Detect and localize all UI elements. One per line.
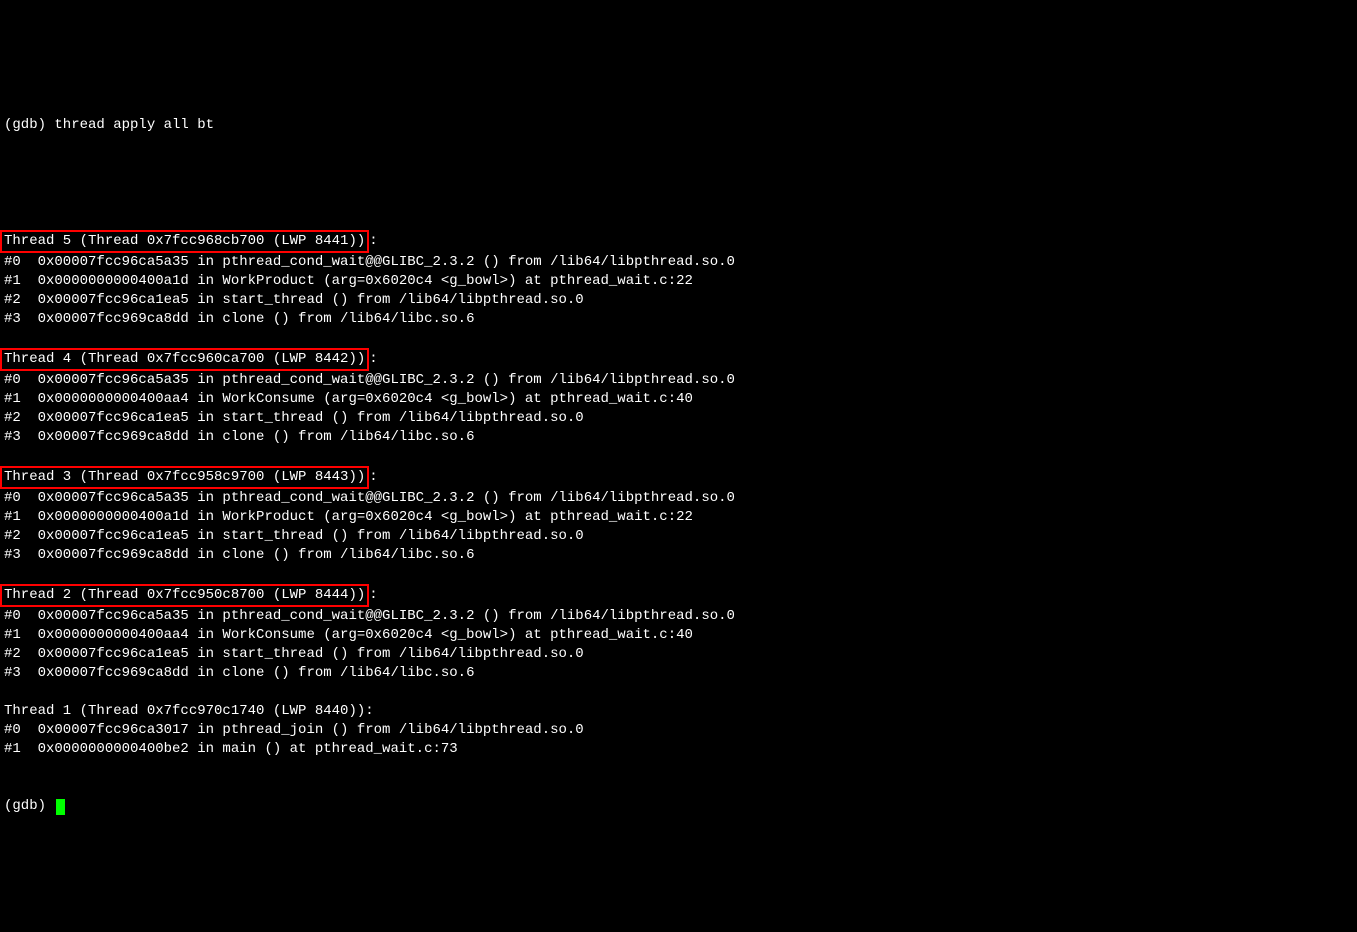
thread-header: Thread 1 (Thread 0x7fcc970c1740 (LWP 844… <box>4 702 1353 721</box>
blank-line <box>4 329 1353 348</box>
terminal-output[interactable]: (gdb) thread apply all bt Thread 5 (Thre… <box>0 76 1357 837</box>
stack-frame: #0 0x00007fcc96ca5a35 in pthread_cond_wa… <box>4 489 1353 508</box>
blank-line <box>4 447 1353 466</box>
stack-frame: #0 0x00007fcc96ca3017 in pthread_join ()… <box>4 721 1353 740</box>
stack-frame: #0 0x00007fcc96ca5a35 in pthread_cond_wa… <box>4 607 1353 626</box>
stack-frame: #3 0x00007fcc969ca8dd in clone () from /… <box>4 664 1353 683</box>
gdb-prompt: (gdb) <box>4 797 54 816</box>
cursor-icon <box>56 799 65 815</box>
stack-frame: #2 0x00007fcc96ca1ea5 in start_thread ()… <box>4 409 1353 428</box>
thread-header-colon: : <box>369 233 377 249</box>
thread-header: Thread 4 (Thread 0x7fcc960ca700 (LWP 844… <box>4 348 1353 371</box>
stack-frame: #1 0x0000000000400be2 in main () at pthr… <box>4 740 1353 759</box>
stack-frame: #2 0x00007fcc96ca1ea5 in start_thread ()… <box>4 527 1353 546</box>
stack-frame: #1 0x0000000000400aa4 in WorkConsume (ar… <box>4 390 1353 409</box>
highlight-box: Thread 2 (Thread 0x7fcc950c8700 (LWP 844… <box>0 584 369 607</box>
highlight-box: Thread 3 (Thread 0x7fcc958c9700 (LWP 844… <box>0 466 369 489</box>
stack-frame: #1 0x0000000000400a1d in WorkProduct (ar… <box>4 272 1353 291</box>
blank-line <box>4 565 1353 584</box>
thread-header-colon: : <box>369 587 377 603</box>
stack-frame: #2 0x00007fcc96ca1ea5 in start_thread ()… <box>4 645 1353 664</box>
thread-header-colon: : <box>369 351 377 367</box>
thread-header: Thread 3 (Thread 0x7fcc958c9700 (LWP 844… <box>4 466 1353 489</box>
stack-frame: #3 0x00007fcc969ca8dd in clone () from /… <box>4 310 1353 329</box>
highlight-box: Thread 4 (Thread 0x7fcc960ca700 (LWP 844… <box>0 348 369 371</box>
stack-frame: #1 0x0000000000400a1d in WorkProduct (ar… <box>4 508 1353 527</box>
blank-line <box>4 683 1353 702</box>
gdb-prompt-line[interactable]: (gdb) <box>4 797 1353 816</box>
highlight-box: Thread 5 (Thread 0x7fcc968cb700 (LWP 844… <box>0 230 369 253</box>
thread-header: Thread 5 (Thread 0x7fcc968cb700 (LWP 844… <box>4 230 1353 253</box>
stack-frame: #1 0x0000000000400aa4 in WorkConsume (ar… <box>4 626 1353 645</box>
stack-frame: #3 0x00007fcc969ca8dd in clone () from /… <box>4 428 1353 447</box>
gdb-command-line: (gdb) thread apply all bt <box>4 116 1353 135</box>
stack-frame: #0 0x00007fcc96ca5a35 in pthread_cond_wa… <box>4 371 1353 390</box>
stack-frame: #3 0x00007fcc969ca8dd in clone () from /… <box>4 546 1353 565</box>
stack-frame: #2 0x00007fcc96ca1ea5 in start_thread ()… <box>4 291 1353 310</box>
threads-container: Thread 5 (Thread 0x7fcc968cb700 (LWP 844… <box>4 230 1353 759</box>
blank-line <box>4 173 1353 192</box>
stack-frame: #0 0x00007fcc96ca5a35 in pthread_cond_wa… <box>4 253 1353 272</box>
thread-header-colon: : <box>369 469 377 485</box>
thread-header: Thread 2 (Thread 0x7fcc950c8700 (LWP 844… <box>4 584 1353 607</box>
